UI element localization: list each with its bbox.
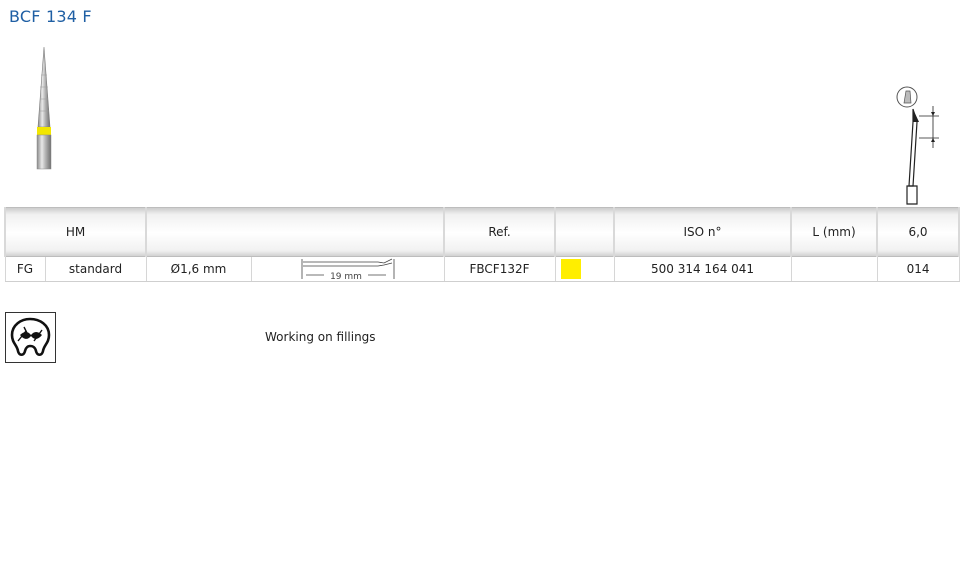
bur-image <box>36 46 52 170</box>
color-swatch <box>560 259 581 279</box>
product-spec-table: HM Ref. ISO n° L (mm) 6,0 FG standard Ø1… <box>3 207 961 282</box>
table-row: FG standard Ø1,6 mm 19 mm FBCF132F 500 3… <box>4 256 960 282</box>
blank-header <box>145 207 446 257</box>
filling-tooth-icon <box>5 312 56 363</box>
size-code-cell: 014 <box>876 256 960 282</box>
color-header <box>554 207 616 257</box>
material-header: HM <box>3 207 148 257</box>
bur-profile-drawing <box>896 86 939 205</box>
iso-header: ISO n° <box>613 207 793 257</box>
ref-header: Ref. <box>443 207 557 257</box>
ref-cell: FBCF132F <box>443 256 556 282</box>
shank-type-cell: FG <box>4 256 46 282</box>
table-header-row: HM Ref. ISO n° L (mm) 6,0 <box>3 207 961 257</box>
application-label: Working on fillings <box>265 330 376 344</box>
shank-diameter-cell: Ø1,6 mm <box>145 256 252 282</box>
total-length-label: 19 mm <box>330 272 362 281</box>
color-code-cell <box>554 256 615 282</box>
length-header: L (mm) <box>790 207 879 257</box>
iso-cell: 500 314 164 041 <box>613 256 792 282</box>
size-header: 6,0 <box>876 207 961 257</box>
length-type-cell: standard <box>44 256 147 282</box>
bur-length-diagram: 19 mm <box>301 258 394 281</box>
product-title: BCF 134 F <box>9 7 92 26</box>
length-cell <box>790 256 878 282</box>
length-diagram-cell: 19 mm <box>250 256 445 282</box>
